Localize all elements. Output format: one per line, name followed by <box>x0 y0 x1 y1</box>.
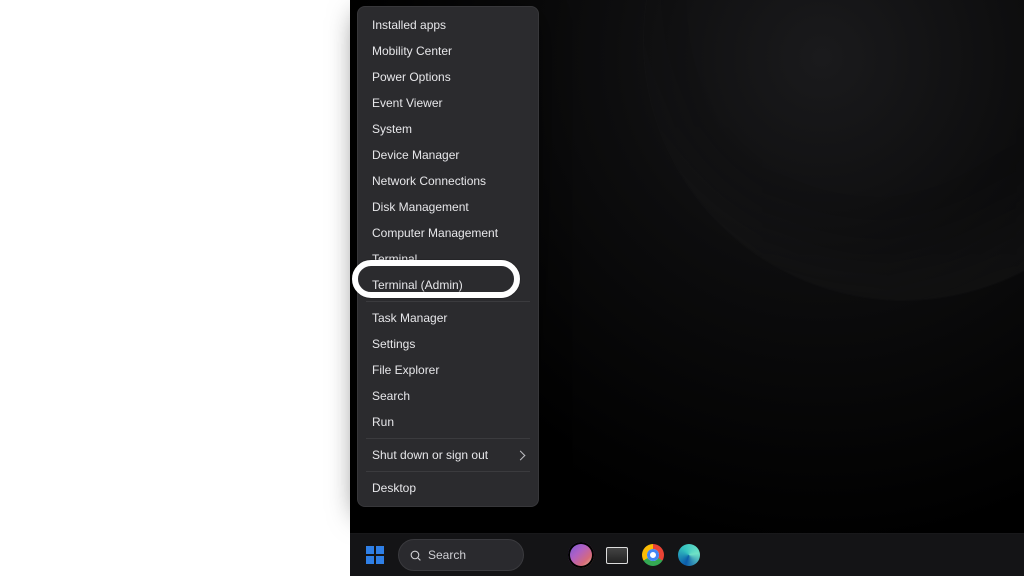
menu-item-label: Terminal <box>372 253 417 265</box>
menu-item-settings[interactable]: Settings <box>358 331 538 357</box>
menu-separator <box>366 438 530 439</box>
menu-item-installed-apps[interactable]: Installed apps <box>358 12 538 38</box>
taskbar-app-generic[interactable] <box>602 540 632 570</box>
start-button[interactable] <box>358 538 392 572</box>
menu-item-label: Terminal (Admin) <box>372 279 463 291</box>
menu-item-power-options[interactable]: Power Options <box>358 64 538 90</box>
menu-item-label: Power Options <box>372 71 451 83</box>
menu-item-label: Mobility Center <box>372 45 452 57</box>
edge-icon <box>678 544 700 566</box>
chevron-right-icon <box>516 450 526 460</box>
winx-context-menu[interactable]: Installed apps Mobility Center Power Optio… <box>357 6 539 507</box>
menu-item-label: File Explorer <box>372 364 439 376</box>
menu-item-device-manager[interactable]: Device Manager <box>358 142 538 168</box>
menu-item-event-viewer[interactable]: Event Viewer <box>358 90 538 116</box>
menu-item-label: Search <box>372 390 410 402</box>
search-icon <box>409 549 422 562</box>
menu-item-run[interactable]: Run <box>358 409 538 435</box>
menu-item-label: Run <box>372 416 394 428</box>
menu-item-file-explorer[interactable]: File Explorer <box>358 357 538 383</box>
menu-item-task-manager[interactable]: Task Manager <box>358 305 538 331</box>
taskbar-app-avatar[interactable] <box>566 540 596 570</box>
menu-item-label: Event Viewer <box>372 97 442 109</box>
window-icon <box>606 547 628 564</box>
menu-separator <box>366 471 530 472</box>
menu-item-mobility-center[interactable]: Mobility Center <box>358 38 538 64</box>
menu-item-label: Shut down or sign out <box>372 449 488 461</box>
menu-item-label: System <box>372 123 412 135</box>
taskbar: Search <box>350 533 1024 576</box>
menu-item-desktop[interactable]: Desktop <box>358 475 538 501</box>
menu-item-label: Device Manager <box>372 149 459 161</box>
menu-separator <box>366 301 530 302</box>
taskbar-app-edge[interactable] <box>674 540 704 570</box>
taskbar-search[interactable]: Search <box>398 539 524 571</box>
menu-item-label: Disk Management <box>372 201 469 213</box>
search-placeholder: Search <box>428 548 466 562</box>
menu-item-label: Task Manager <box>372 312 447 324</box>
menu-item-system[interactable]: System <box>358 116 538 142</box>
desktop-viewport: Installed apps Mobility Center Power Optio… <box>350 0 1024 576</box>
menu-item-label: Installed apps <box>372 19 446 31</box>
menu-item-label: Network Connections <box>372 175 486 187</box>
menu-item-terminal[interactable]: Terminal <box>358 246 538 272</box>
menu-item-label: Desktop <box>372 482 416 494</box>
chrome-icon <box>642 544 664 566</box>
menu-item-network-connections[interactable]: Network Connections <box>358 168 538 194</box>
menu-item-computer-management[interactable]: Computer Management <box>358 220 538 246</box>
menu-item-terminal-admin[interactable]: Terminal (Admin) <box>358 272 538 298</box>
menu-item-label: Settings <box>372 338 415 350</box>
menu-item-label: Computer Management <box>372 227 498 239</box>
taskbar-app-chrome[interactable] <box>638 540 668 570</box>
menu-item-shut-down-or-sign-out[interactable]: Shut down or sign out <box>358 442 538 468</box>
menu-item-search[interactable]: Search <box>358 383 538 409</box>
menu-item-disk-management[interactable]: Disk Management <box>358 194 538 220</box>
windows-logo-icon <box>366 546 384 564</box>
avatar-icon <box>568 542 594 568</box>
